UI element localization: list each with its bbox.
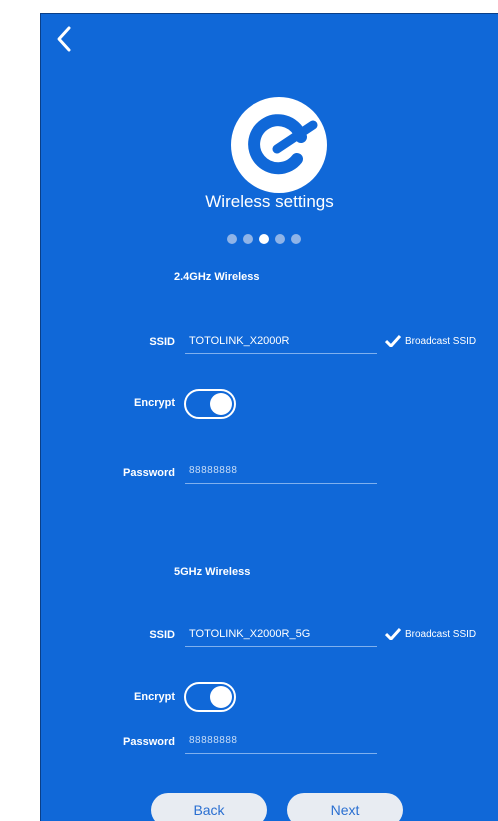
encrypt-toggle-5ghz[interactable] [184,682,236,712]
next-button[interactable]: Next [287,793,403,821]
password-input-24ghz[interactable]: 88888888 [185,458,377,484]
wizard-screen: Wireless settings 2.4GHz Wireless SSID T… [40,13,498,821]
step-dot [275,234,285,244]
ssid-value-5ghz: TOTOLINK_X2000R_5G [189,627,311,640]
checkmark-icon [385,628,401,640]
ssid-label-24ghz: SSID [149,336,175,348]
checkmark-icon [385,335,401,347]
brand-e-logo-icon [248,114,318,175]
encrypt-label-24ghz: Encrypt [134,397,175,409]
step-dot-current [259,234,269,244]
ssid-input-5ghz[interactable]: TOTOLINK_X2000R_5G [185,621,377,647]
toggle-knob [210,393,232,415]
broadcast-ssid-checkbox-5ghz[interactable]: Broadcast SSID [385,628,476,640]
password-label-5ghz: Password [123,736,175,748]
step-dot [243,234,253,244]
wizard-title: Wireless settings [205,192,334,211]
encrypt-toggle-24ghz[interactable] [184,389,236,419]
ssid-value-24ghz: TOTOLINK_X2000R [189,334,290,347]
broadcast-ssid-checkbox-24ghz[interactable]: Broadcast SSID [385,335,476,347]
encrypt-label-5ghz: Encrypt [134,691,175,703]
password-label-24ghz: Password [123,467,175,479]
password-value-5ghz: 88888888 [189,735,238,746]
ssid-input-24ghz[interactable]: TOTOLINK_X2000R [185,328,377,354]
back-button[interactable]: Back [151,793,267,821]
section-title-24ghz: 2.4GHz Wireless [174,271,260,283]
toggle-knob [210,686,232,708]
step-dot [291,234,301,244]
ssid-label-5ghz: SSID [149,629,175,641]
password-value-24ghz: 88888888 [189,465,238,476]
brand-logo [231,97,327,193]
step-dot [227,234,237,244]
back-arrow-button[interactable] [49,22,79,56]
step-indicator [227,234,301,244]
section-title-5ghz: 5GHz Wireless [174,566,251,578]
password-input-5ghz[interactable]: 88888888 [185,728,377,754]
broadcast-ssid-label-24ghz: Broadcast SSID [405,335,477,347]
broadcast-ssid-label-5ghz: Broadcast SSID [405,628,477,640]
chevron-left-icon [57,26,71,52]
